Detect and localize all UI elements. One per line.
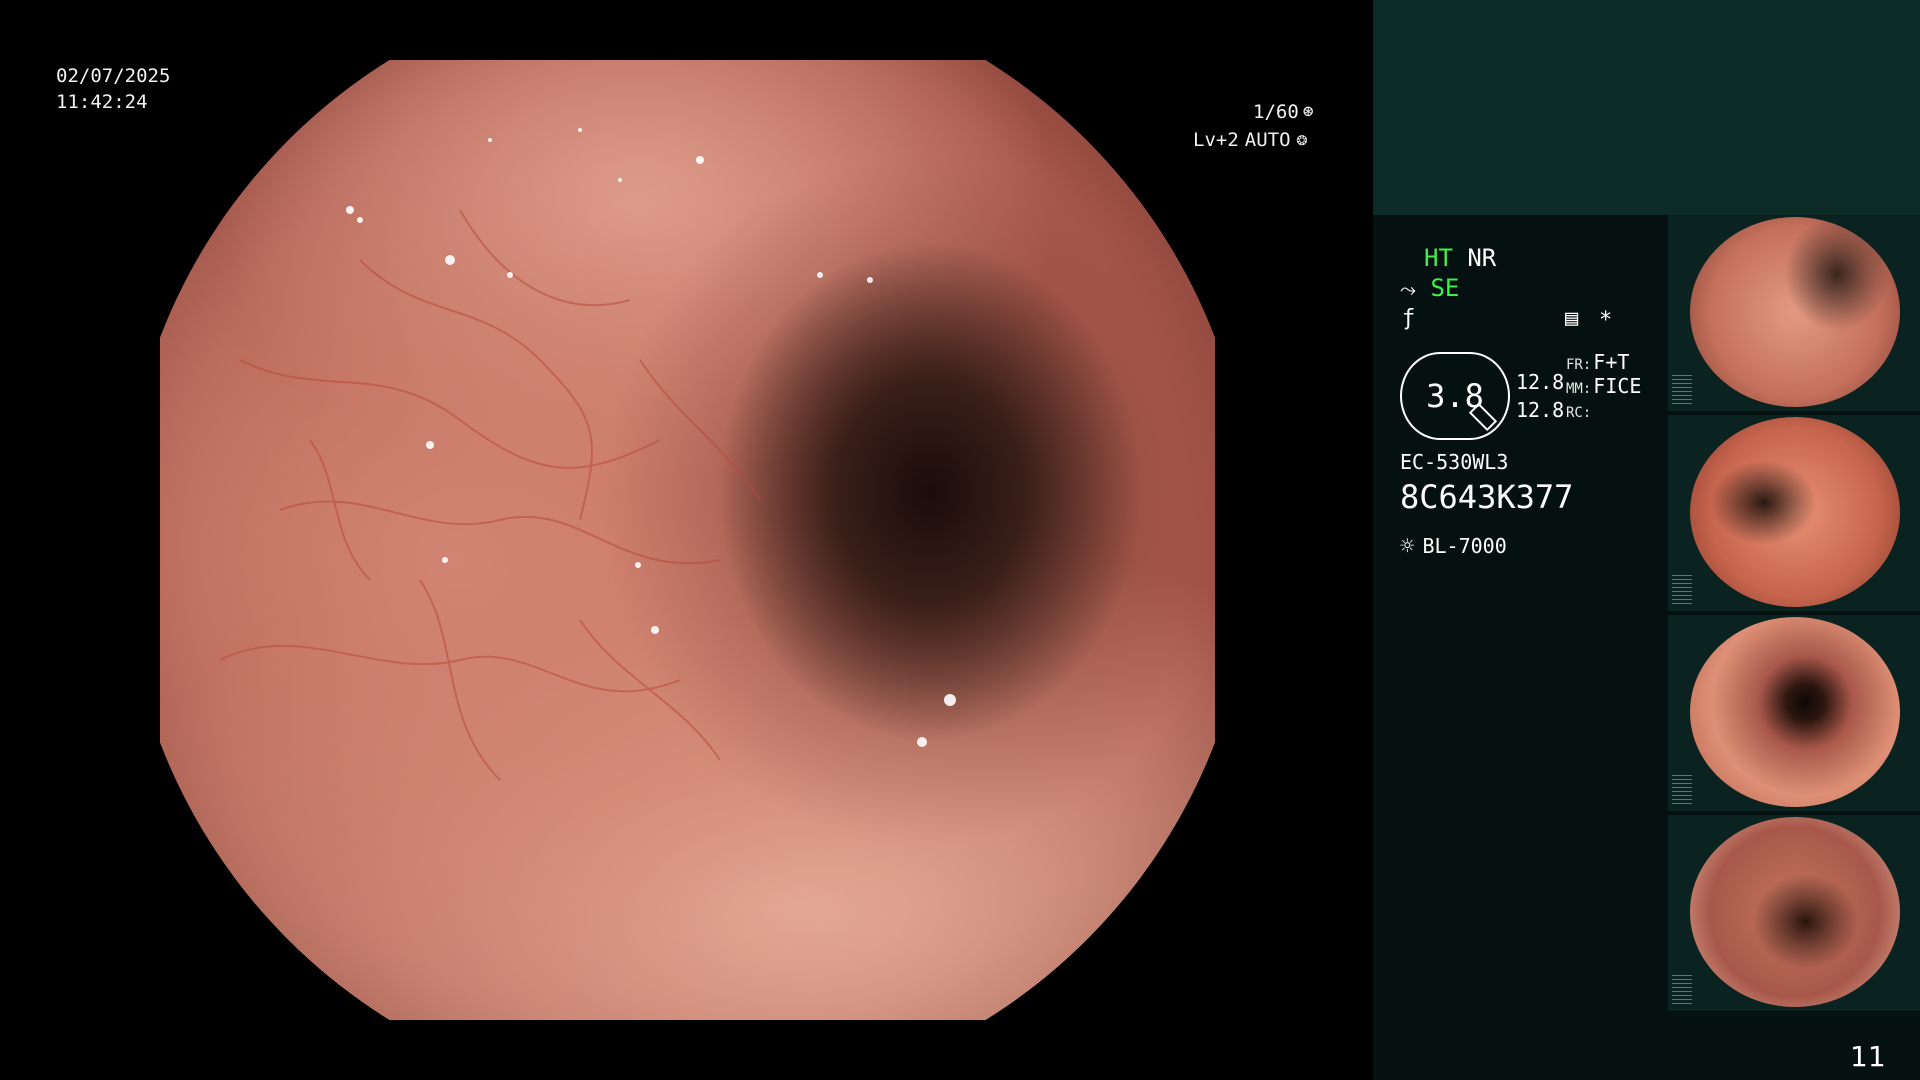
ht-label: HT (1424, 244, 1453, 272)
mm-label: MM: (1566, 381, 1592, 397)
ht-indicator: HT NR (1424, 244, 1496, 272)
fr-label: FR: (1566, 357, 1592, 373)
light-source-row: ☼ BL-7000 (1400, 532, 1507, 560)
thumbnail-1[interactable] (1668, 215, 1920, 411)
mm-value: FICE (1593, 374, 1642, 398)
thumbnail-meta (1672, 975, 1692, 1005)
thumbnail-3[interactable] (1668, 615, 1920, 811)
value-b: 12.8 (1516, 398, 1565, 422)
thumbnail-image (1690, 617, 1900, 807)
structure-enhance-indicator: ⤳ SE (1400, 274, 1459, 302)
fr-value: F+T (1593, 350, 1630, 374)
rc-row: RC: (1566, 402, 1591, 421)
thumbnail-2[interactable] (1668, 415, 1920, 611)
nr-label: NR (1467, 244, 1497, 272)
zoom-indicator: 3.8 (1400, 352, 1510, 440)
endoscope-main-view (160, 60, 1215, 1020)
info-panel-header (1373, 0, 1920, 215)
exposure-readout: Lv+2 AUTO ❂ (1193, 127, 1307, 153)
shutter-icon: ⊛ (1302, 101, 1314, 122)
structure-enhance-icon: ⤳ (1400, 277, 1416, 301)
page-number: 11 (1850, 1040, 1886, 1073)
shutter-readout: 1/60 ⊛ (1253, 99, 1314, 125)
thumbnail-image (1690, 217, 1900, 407)
scope-serial: 8C643K377 (1400, 478, 1574, 516)
mm-row: MM: FICE (1566, 374, 1641, 398)
rc-label: RC: (1566, 405, 1592, 421)
level-text: Lv+2 (1193, 129, 1239, 151)
fr-row: FR: F+T (1566, 350, 1629, 374)
mucosa-vessels (219, 128, 956, 781)
star-indicator: * (1599, 308, 1613, 333)
thumbnail-meta (1672, 775, 1692, 805)
thumbnail-meta (1672, 375, 1692, 405)
auto-iris-icon: ❂ (1296, 129, 1308, 150)
shutter-text: 1/60 (1253, 101, 1299, 123)
light-source-text: BL-7000 (1422, 534, 1507, 558)
light-source-icon: ☼ (1400, 532, 1415, 560)
color-mode-icon: ƒ (1402, 306, 1416, 331)
time-text: 11:42:24 (56, 91, 148, 113)
thumbnail-image (1690, 417, 1900, 607)
thumbnail-image (1690, 817, 1900, 1007)
thumbnail-meta (1672, 575, 1692, 605)
capture-icon: ▤ (1565, 306, 1579, 331)
value-a: 12.8 (1516, 370, 1565, 394)
se-label: SE (1430, 274, 1460, 302)
thumbnail-4[interactable] (1668, 815, 1920, 1011)
date-text: 02/07/2025 (56, 65, 171, 87)
scope-model: EC-530WL3 (1400, 450, 1509, 474)
mode-text: AUTO (1244, 129, 1291, 151)
